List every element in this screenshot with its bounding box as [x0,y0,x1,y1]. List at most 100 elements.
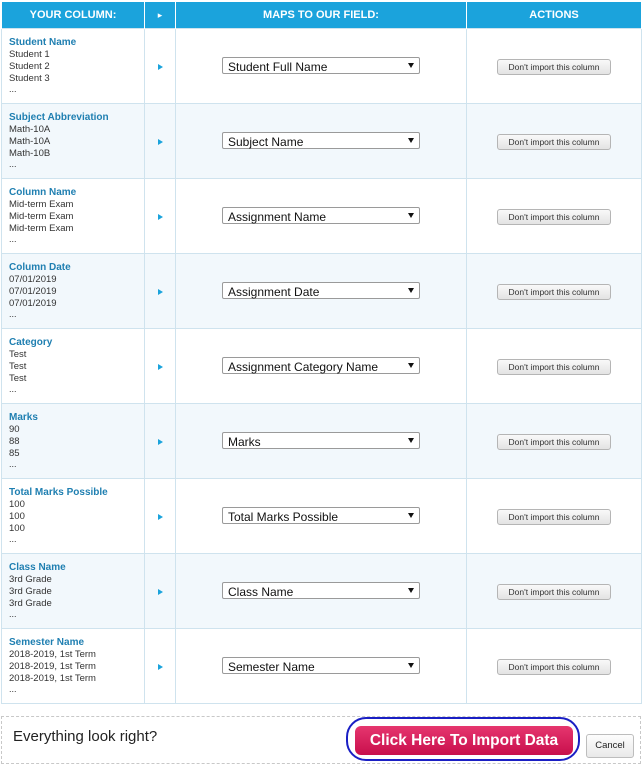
source-column-cell: Student Name Student 1 Student 2 Student 3… [1,28,145,104]
dont-import-column-button[interactable]: Don't import this column [497,209,611,225]
action-cell: Don't import this column [466,28,642,104]
target-field-select[interactable]: Assignment Date [222,281,420,299]
arrow-right-icon [157,364,163,370]
target-field-value: Assignment Category Name [228,359,379,374]
action-cell: Don't import this column [466,178,642,254]
sample-value: 2018-2019, 1st Term [9,673,96,684]
source-column-name: Column Name [9,187,77,198]
arrow-right-icon [157,289,163,295]
dropdown-arrow-icon [408,662,414,668]
dont-import-column-button[interactable]: Don't import this column [497,434,611,450]
source-column-cell: Category Test Test Test ... [1,328,145,404]
mapping-arrow-cell [144,28,176,104]
dont-import-column-button[interactable]: Don't import this column [497,59,611,75]
source-column-cell: Column Name Mid-term Exam Mid-term Exam Mi… [1,178,145,254]
action-cell: Don't import this column [466,253,642,329]
sample-value: Math-10B [9,148,51,159]
actions-header: ACTIONS [466,2,642,29]
confirm-import-bar: Everything look right? Click Here To Imp… [1,716,641,764]
more-values-ellipsis: ... [9,84,17,94]
target-field-cell: Subject Name [175,103,467,179]
dropdown-arrow-icon [408,287,414,293]
target-field-value: Subject Name [228,134,304,149]
table-row: Subject Abbreviation Math-10A Math-10A Mat… [1,103,642,179]
dont-import-column-button[interactable]: Don't import this column [497,359,611,375]
arrow-right-icon [157,664,163,670]
import-data-button[interactable]: Click Here To Import Data [355,726,573,755]
arrow-right-icon [157,514,163,520]
sample-value: 07/01/2019 [9,298,57,309]
target-field-cell: Assignment Name [175,178,467,254]
sample-value: Student 2 [9,61,50,72]
table-row: Marks 90 88 85 ... Marks Don't import this… [1,403,642,479]
table-row: Student Name Student 1 Student 2 Student 3… [1,28,642,104]
target-field-value: Student Full Name [228,59,328,74]
dropdown-arrow-icon [408,62,414,68]
target-field-cell: Assignment Category Name [175,328,467,404]
more-values-ellipsis: ... [9,609,17,619]
target-field-cell: Assignment Date [175,253,467,329]
arrow-right-icon [157,214,163,220]
target-field-select[interactable]: Marks [222,431,420,449]
sample-value: Mid-term Exam [9,199,74,210]
target-field-value: Total Marks Possible [228,509,339,524]
target-field-select[interactable]: Student Full Name [222,56,420,74]
target-field-cell: Marks [175,403,467,479]
target-field-select[interactable]: Assignment Category Name [222,356,420,374]
target-field-value: Marks [228,434,261,449]
source-column-name: Subject Abbreviation [9,112,109,123]
cancel-button[interactable]: Cancel [586,734,634,758]
dont-import-column-button[interactable]: Don't import this column [497,659,611,675]
dropdown-arrow-icon [408,137,414,143]
action-cell: Don't import this column [466,103,642,179]
table-row: Class Name 3rd Grade 3rd Grade 3rd Grade .… [1,553,642,629]
action-cell: Don't import this column [466,478,642,554]
target-field-cell: Class Name [175,553,467,629]
confirm-question: Everything look right? [13,728,158,745]
source-column-name: Total Marks Possible [9,487,108,498]
source-column-cell: Total Marks Possible 100 100 100 ... [1,478,145,554]
target-field-select[interactable]: Semester Name [222,656,420,674]
dropdown-arrow-icon [408,587,414,593]
mapping-arrow-cell [144,328,176,404]
target-field-select[interactable]: Class Name [222,581,420,599]
table-row: Category Test Test Test ... Assignment Cat… [1,328,642,404]
dont-import-column-button[interactable]: Don't import this column [497,509,611,525]
sample-value: 07/01/2019 [9,286,57,297]
target-field-select[interactable]: Assignment Name [222,206,420,224]
sample-value: 88 [9,436,20,447]
sample-value: 07/01/2019 [9,274,57,285]
sample-value: 3rd Grade [9,598,52,609]
source-column-cell: Subject Abbreviation Math-10A Math-10A Mat… [1,103,145,179]
table-header-row: YOUR COLUMN: ▸ MAPS TO OUR FIELD: ACTION… [1,2,642,29]
dont-import-column-button[interactable]: Don't import this column [497,134,611,150]
dropdown-arrow-icon [408,362,414,368]
source-column-name: Category [9,337,53,348]
target-field-cell: Total Marks Possible [175,478,467,554]
table-row: Total Marks Possible 100 100 100 ... Total… [1,478,642,554]
source-column-name: Class Name [9,562,66,573]
sample-value: 100 [9,499,25,510]
sample-value: Math-10A [9,136,51,147]
sample-value: 2018-2019, 1st Term [9,649,96,660]
maps-to-field-header: MAPS TO OUR FIELD: [175,2,467,29]
mapping-arrow-cell [144,553,176,629]
sample-value: Math-10A [9,124,51,135]
table-row: Column Date 07/01/2019 07/01/2019 07/01/20… [1,253,642,329]
more-values-ellipsis: ... [9,384,17,394]
sample-value: Student 3 [9,73,50,84]
mapping-arrow-cell [144,103,176,179]
more-values-ellipsis: ... [9,684,17,694]
arrow-right-icon [157,439,163,445]
dont-import-column-button[interactable]: Don't import this column [497,284,611,300]
target-field-value: Assignment Date [228,284,320,299]
sample-value: Student 1 [9,49,50,60]
target-field-select[interactable]: Subject Name [222,131,420,149]
target-field-select[interactable]: Total Marks Possible [222,506,420,524]
more-values-ellipsis: ... [9,234,17,244]
more-values-ellipsis: ... [9,534,17,544]
source-column-name: Semester Name [9,637,85,648]
dropdown-arrow-icon [408,512,414,518]
sample-value: 3rd Grade [9,574,52,585]
dont-import-column-button[interactable]: Don't import this column [497,584,611,600]
